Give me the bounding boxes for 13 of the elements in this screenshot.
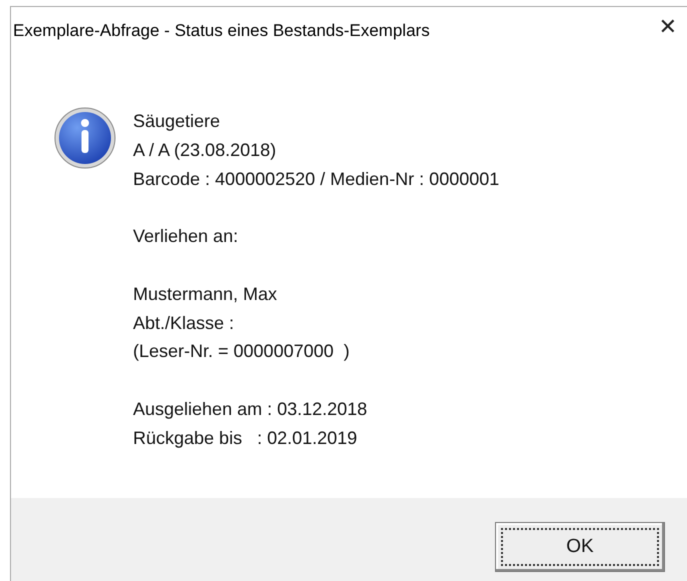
message-line: Abt./Klasse : <box>133 312 236 335</box>
window-title: Exemplare-Abfrage - Status eines Bestands-Exemplars <box>13 21 430 41</box>
message-line: A / A (23.08.2018) <box>133 138 278 162</box>
message-line: Ausgeliehen am : 03.12.2018 <box>133 398 368 421</box>
message-line: Mustermann, Max <box>133 282 278 306</box>
close-button[interactable]: ✕ <box>654 15 681 40</box>
message-line: (Leser-Nr. = 0000007000 ) <box>133 340 351 364</box>
info-icon <box>54 107 116 169</box>
message-line: Barcode : 4000002520 / Medien-Nr : 0000001 <box>133 168 500 191</box>
message-line: Rückgabe bis : 02.01.2019 <box>133 426 358 450</box>
message-line: Säugetiere <box>133 110 222 133</box>
message-line: Verliehen an: <box>133 225 240 248</box>
ok-button[interactable]: OK <box>495 522 665 572</box>
